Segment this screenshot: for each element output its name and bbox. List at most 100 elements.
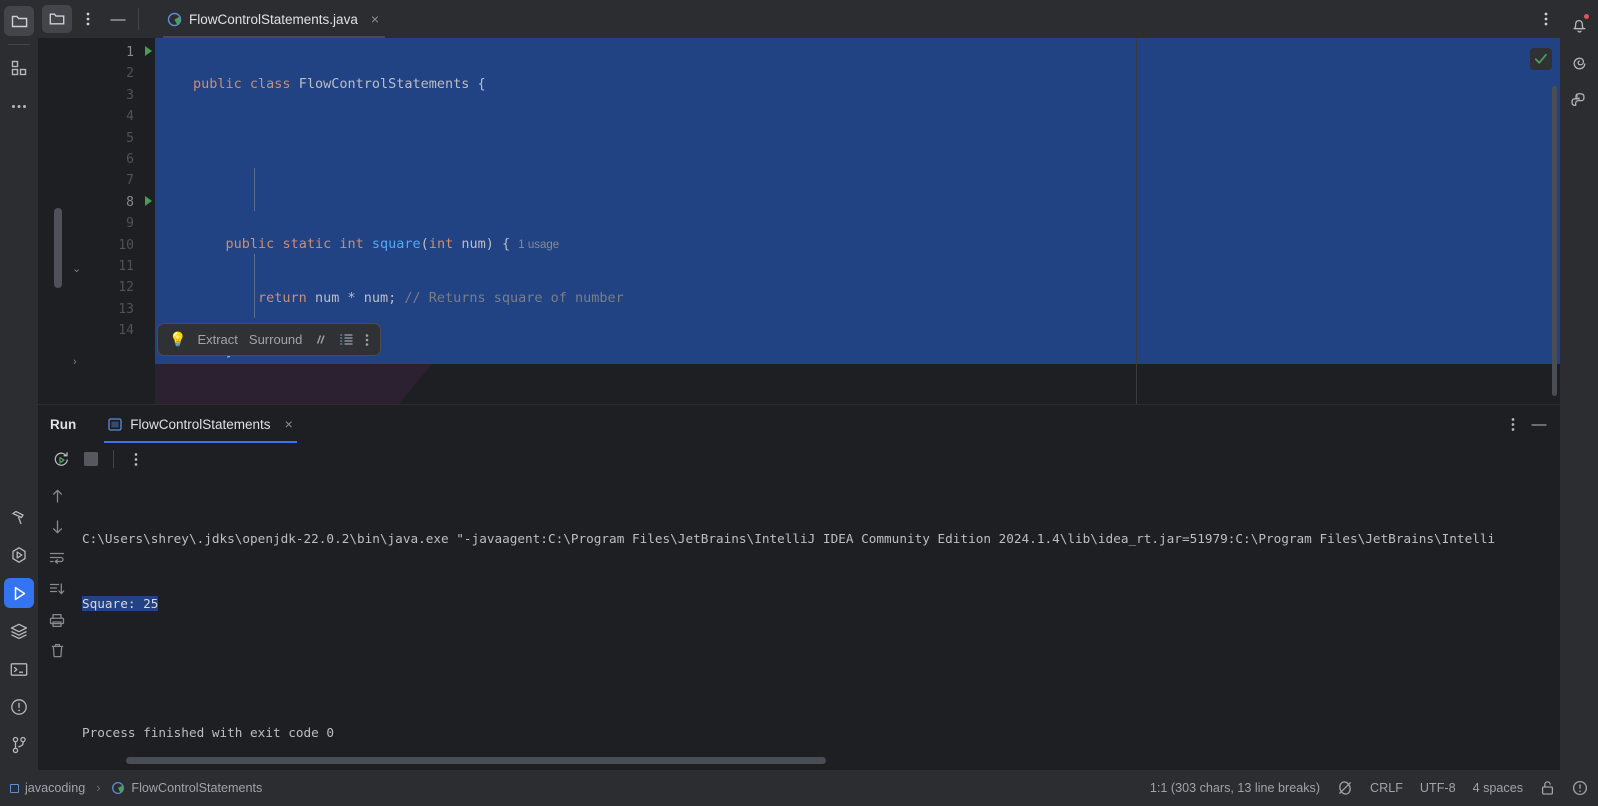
run-line-icon[interactable] bbox=[145, 195, 152, 206]
inspection-status-icon[interactable] bbox=[1530, 48, 1552, 70]
run-config-icon bbox=[108, 417, 122, 431]
breadcrumb: javacoding › FlowControlStatements bbox=[10, 781, 262, 795]
caret-position[interactable]: 1:1 (303 chars, 13 line breaks) bbox=[1150, 781, 1320, 795]
print-button[interactable] bbox=[46, 609, 68, 631]
scroll-to-end-button[interactable] bbox=[46, 578, 68, 600]
line-number: 10 bbox=[118, 237, 134, 253]
sidebar-item-problems[interactable] bbox=[4, 692, 34, 722]
python-plugin-icon[interactable] bbox=[1564, 86, 1594, 116]
unlocked-icon[interactable] bbox=[1540, 780, 1555, 796]
code-editor[interactable]: ⌄ › 1 2 3 4 5 6 7 8 9 10 11 12 13 14 pub… bbox=[38, 38, 1560, 404]
inspections-off-icon[interactable] bbox=[1337, 780, 1353, 796]
sidebar-item-terminal[interactable] bbox=[4, 654, 34, 684]
editor-scrollbar[interactable] bbox=[1552, 86, 1557, 396]
run-panel-options-icon[interactable] bbox=[1500, 411, 1526, 437]
line-number: 9 bbox=[126, 216, 134, 232]
editor-more-icon[interactable] bbox=[1532, 5, 1560, 33]
soft-wrap-button[interactable] bbox=[46, 547, 68, 569]
sidebar-item-structure[interactable] bbox=[4, 53, 34, 83]
run-more-button[interactable] bbox=[123, 446, 149, 472]
java-class-icon bbox=[112, 782, 125, 794]
rail-divider bbox=[8, 44, 30, 45]
breadcrumb-separator: › bbox=[96, 781, 101, 795]
next-occurrence-button[interactable] bbox=[46, 516, 68, 538]
editor-minimap-scrollbar[interactable] bbox=[54, 208, 62, 288]
run-tab-flowcontrolstatements[interactable]: FlowControlStatements × bbox=[104, 405, 297, 443]
sidebar-item-more[interactable] bbox=[4, 91, 34, 121]
run-panel-header: Run FlowControlStatements × — bbox=[38, 405, 1560, 443]
code-line-6: } bbox=[193, 341, 1560, 362]
fold-expand-icon[interactable]: › bbox=[73, 356, 77, 368]
breadcrumb-file[interactable]: FlowControlStatements bbox=[131, 781, 262, 795]
run-panel-title: Run bbox=[50, 416, 77, 432]
notifications-icon[interactable] bbox=[1564, 10, 1594, 40]
run-panel-minimize-icon[interactable]: — bbox=[1526, 411, 1552, 437]
run-tab-label: FlowControlStatements bbox=[130, 416, 271, 432]
line-number: 4 bbox=[126, 109, 134, 125]
java-class-icon bbox=[167, 12, 182, 26]
indent-setting[interactable]: 4 spaces bbox=[1473, 781, 1523, 795]
topbar-divider bbox=[138, 8, 139, 30]
run-toolbar bbox=[38, 443, 149, 475]
ai-assistant-icon[interactable] bbox=[1564, 48, 1594, 78]
sidebar-item-run[interactable] bbox=[4, 578, 34, 608]
reformat-icon[interactable] bbox=[339, 333, 354, 346]
menu-dots-icon[interactable] bbox=[74, 5, 102, 33]
prev-occurrence-button[interactable] bbox=[46, 485, 68, 507]
fold-collapse-icon[interactable]: ⌄ bbox=[72, 262, 81, 275]
line-number: 12 bbox=[118, 280, 134, 296]
minimize-icon[interactable]: — bbox=[104, 5, 132, 33]
toolbar-divider bbox=[113, 450, 114, 468]
line-number: 3 bbox=[126, 87, 134, 103]
close-icon[interactable]: × bbox=[285, 416, 293, 432]
run-line-icon[interactable] bbox=[145, 46, 152, 56]
console-side-toolbar bbox=[38, 475, 76, 770]
console-output[interactable]: C:\Users\shrey\.jdks\openjdk-22.0.2\bin\… bbox=[82, 475, 1560, 748]
intention-actions-toolbar[interactable]: 💡 Extract Surround bbox=[157, 323, 382, 356]
line-number: 6 bbox=[126, 151, 134, 167]
surround-action[interactable]: Surround bbox=[249, 332, 302, 347]
line-number: 7 bbox=[126, 173, 134, 189]
lightbulb-icon[interactable]: 💡 bbox=[169, 331, 186, 348]
breadcrumb-project[interactable]: javacoding bbox=[25, 781, 85, 795]
stop-button[interactable] bbox=[78, 446, 104, 472]
line-number: 2 bbox=[126, 66, 134, 82]
sidebar-item-project-folder[interactable] bbox=[4, 6, 34, 36]
line-number-gutter: 1 2 3 4 5 6 7 8 9 10 11 12 13 14 bbox=[100, 38, 155, 404]
clear-all-button[interactable] bbox=[46, 640, 68, 662]
line-number: 5 bbox=[126, 130, 134, 146]
status-bar: javacoding › FlowControlStatements 1:1 (… bbox=[0, 770, 1598, 806]
close-icon[interactable]: × bbox=[371, 11, 379, 27]
editor-tab-flowcontrolstatements[interactable]: FlowControlStatements.java × bbox=[163, 0, 386, 38]
file-encoding[interactable]: UTF-8 bbox=[1420, 781, 1456, 795]
line-number: 8 bbox=[100, 192, 155, 213]
line-number: 13 bbox=[118, 301, 134, 317]
editor-tab-label: FlowControlStatements.java bbox=[189, 11, 358, 27]
run-tool-window: Run FlowControlStatements × — C:\Users\s… bbox=[38, 404, 1560, 770]
sidebar-item-services[interactable] bbox=[4, 616, 34, 646]
line-number: 11 bbox=[118, 258, 134, 274]
sidebar-item-version-control[interactable] bbox=[4, 730, 34, 760]
code-line-1: public class FlowControlStatements { bbox=[193, 76, 486, 92]
line-number: 14 bbox=[118, 323, 134, 339]
more-vertical-icon[interactable] bbox=[365, 333, 369, 347]
console-horizontal-scrollbar[interactable] bbox=[126, 757, 1470, 764]
scrollbar-thumb[interactable] bbox=[126, 757, 826, 764]
comment-icon[interactable] bbox=[313, 333, 328, 346]
console-selected-text: Square: 25 bbox=[82, 595, 159, 611]
rerun-button[interactable] bbox=[48, 446, 74, 472]
editor-outer-gutter: ⌄ › bbox=[38, 38, 100, 404]
line-separator[interactable]: CRLF bbox=[1370, 781, 1403, 795]
sidebar-item-build[interactable] bbox=[4, 502, 34, 532]
console-line-output: Square: 25 bbox=[82, 593, 1560, 615]
code-line-4: public static int square(int num) { 1 us… bbox=[225, 236, 560, 253]
module-icon bbox=[10, 783, 19, 793]
project-folder-icon[interactable] bbox=[42, 5, 72, 33]
extract-action[interactable]: Extract bbox=[197, 332, 237, 347]
notification-badge bbox=[1583, 13, 1590, 20]
sidebar-item-debug[interactable] bbox=[4, 540, 34, 570]
left-tool-rail bbox=[0, 0, 38, 770]
exclamation-circle-icon[interactable] bbox=[1572, 780, 1588, 796]
